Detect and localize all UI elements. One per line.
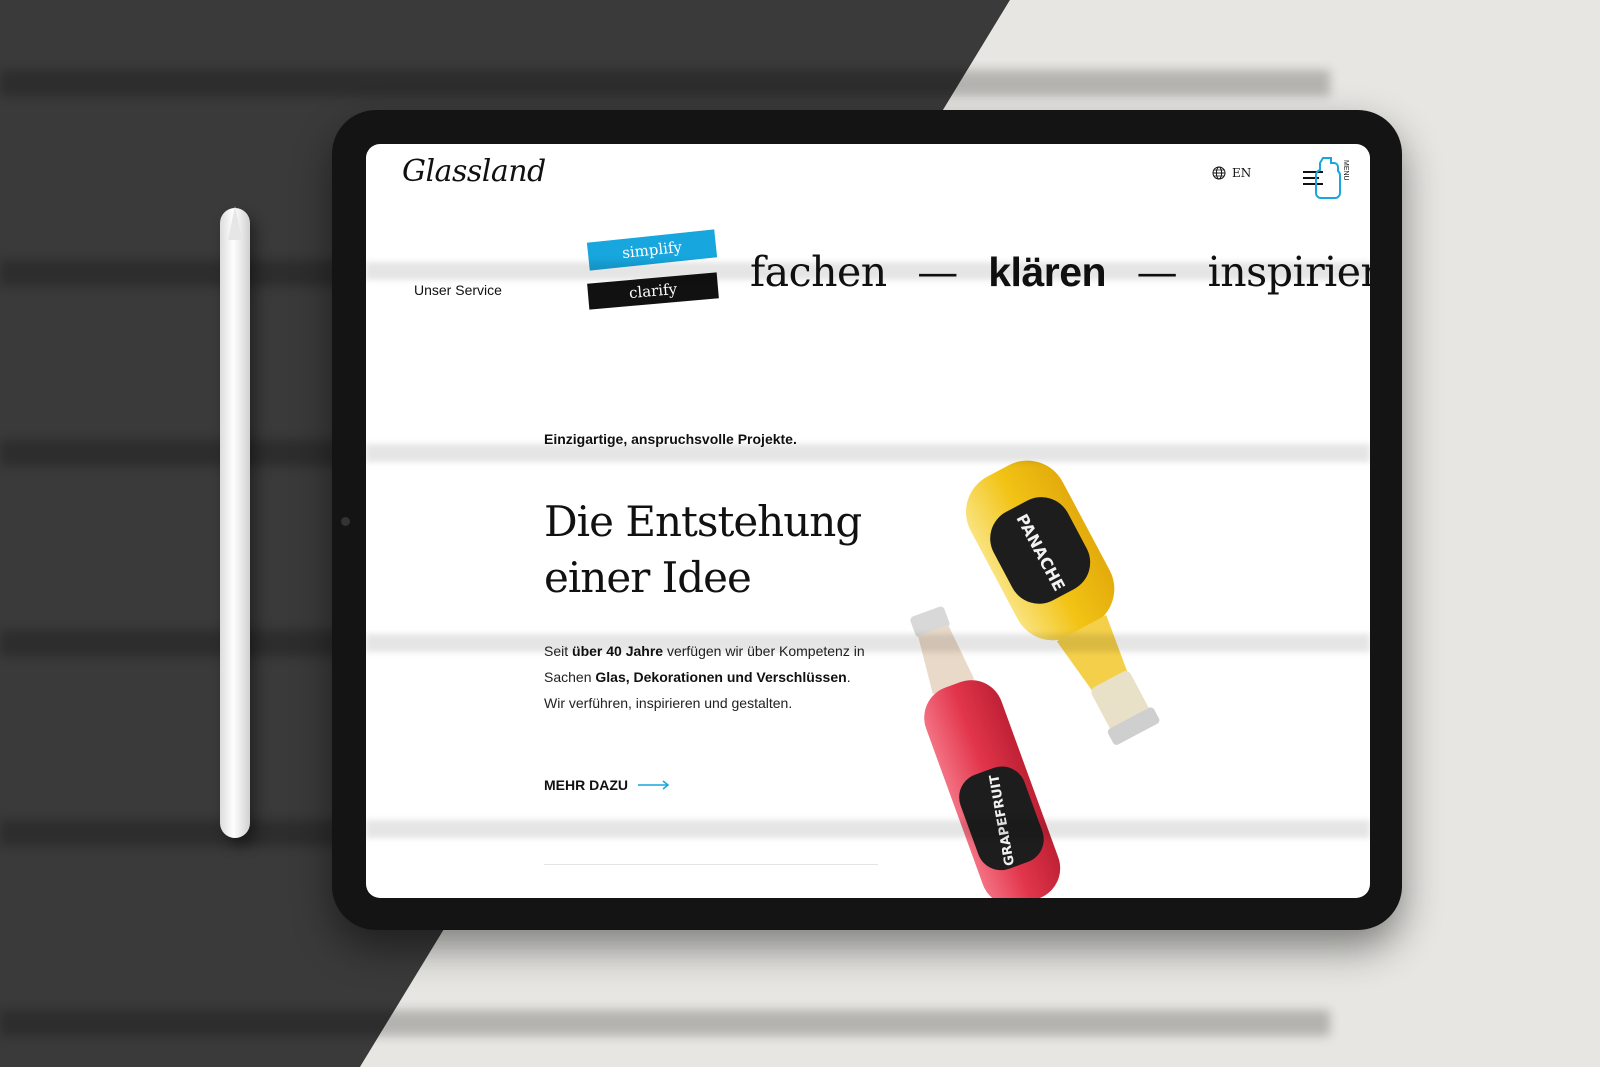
more-label: MEHR DAZU [544,777,628,793]
section-divider [544,864,878,865]
screen-shadow [366,634,1370,652]
tablet-screen: Glassland EN MENU Unser Service fachen —… [366,144,1370,898]
arrow-right-icon [638,780,670,790]
para-text: . [846,669,851,685]
screen-shadow [366,444,1370,462]
service-label: Unser Service [414,282,502,298]
menu-bottle-icon[interactable] [1301,154,1361,202]
bottle-grapefruit: GRAPEFRUIT [910,606,1061,898]
more-link[interactable]: MEHR DAZU [544,777,670,793]
stylus-pencil [220,208,250,838]
section-headline: Die Entstehung einer Idee [544,494,944,606]
window-shadow [0,1010,1330,1036]
headline-line-1: Die Entstehung [544,497,862,546]
language-switch[interactable]: EN [1212,166,1251,180]
para-text: Wir verführen, inspirieren und gestalten… [544,695,793,711]
language-label: EN [1232,166,1252,180]
tablet-camera [341,517,350,526]
screen-shadow [366,820,1370,838]
stylus-tip [228,206,242,240]
para-bold: Glas, Dekorationen und Verschlüssen [595,669,847,685]
globe-icon [1212,166,1226,180]
headline-line-2: einer Idee [544,553,752,602]
window-shadow [0,70,1330,96]
site-logo[interactable]: Glassland [402,154,546,189]
screen-shadow [366,262,1370,280]
menu-label: MENU [1342,160,1349,181]
